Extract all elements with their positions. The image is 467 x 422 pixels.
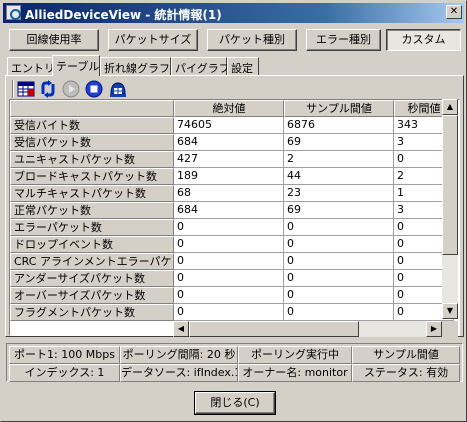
table-cell[interactable]: 189 xyxy=(174,168,284,185)
scroll-right-button[interactable]: ▶ xyxy=(426,321,442,337)
close-window-button[interactable]: ✕ xyxy=(446,5,462,19)
tab-entry[interactable]: エントリ xyxy=(7,57,55,75)
row-label: フラグメントパケット数 xyxy=(10,304,174,321)
category-button-custom[interactable]: カスタム xyxy=(386,29,461,51)
scroll-down-button[interactable]: ▼ xyxy=(442,303,458,319)
table-cell[interactable]: 427 xyxy=(174,151,284,168)
window-title: AlliedDeviceView - 統計情報(1) xyxy=(25,8,222,22)
tab-settings[interactable]: 設定 xyxy=(227,57,259,75)
row-label: 受信バイト数 xyxy=(10,117,174,134)
statistics-table[interactable]: 絶対値 サンプル間値 秒間値 受信バイト数 74605 6876 343 受信パ… xyxy=(9,99,460,336)
status-polling-state: ポーリング実行中 xyxy=(238,346,352,364)
table-cell[interactable]: 0 xyxy=(284,287,394,304)
status-index: インデックス: 1 xyxy=(9,364,120,382)
status-owner: オーナー名: monitor xyxy=(238,364,352,382)
status-panel: ポート1: 100 Mbps ポーリング間隔: 20 秒 ポーリング実行中 サン… xyxy=(6,343,463,382)
title-bar[interactable]: AlliedDeviceView - 統計情報(1) ✕ xyxy=(3,3,464,23)
table-cell[interactable]: 0 xyxy=(174,304,284,321)
table-cell[interactable]: 68 xyxy=(174,185,284,202)
category-button-packet-size[interactable]: パケットサイズ xyxy=(108,29,198,51)
row-label: マルチキャストパケット数 xyxy=(10,185,174,202)
category-button-error-type[interactable]: エラー種別 xyxy=(306,29,381,51)
table-cell[interactable]: 0 xyxy=(284,270,394,287)
table-cell[interactable]: 0 xyxy=(174,287,284,304)
status-data-source: データソース: ifIndex.1 xyxy=(120,364,238,382)
table-cell[interactable]: 684 xyxy=(174,134,284,151)
table-corner-header xyxy=(10,100,174,117)
row-label: ブロードキャストパケット数 xyxy=(10,168,174,185)
vertical-scrollbar[interactable]: ▲ ▼ xyxy=(442,99,458,319)
row-label: ドロップイベント数 xyxy=(10,236,174,253)
table-cell[interactable]: 0 xyxy=(174,253,284,270)
column-header-sample-interval[interactable]: サンプル間値 xyxy=(284,100,394,117)
table-cell[interactable]: 0 xyxy=(284,253,394,270)
table-cell[interactable]: 0 xyxy=(174,219,284,236)
table-cell[interactable]: 23 xyxy=(284,185,394,202)
category-button-line-usage[interactable]: 回線使用率 xyxy=(9,29,99,51)
column-header-absolute[interactable]: 絶対値 xyxy=(174,100,284,117)
row-label: オーバーサイズパケット数 xyxy=(10,287,174,304)
dialog-window: AlliedDeviceView - 統計情報(1) ✕ 回線使用率 パケットサ… xyxy=(0,0,467,422)
horizontal-scroll-thumb[interactable] xyxy=(189,321,359,337)
table-cell[interactable]: 69 xyxy=(284,202,394,219)
scroll-left-button[interactable]: ◀ xyxy=(173,321,189,337)
status-polling-interval: ポーリング間隔: 20 秒 xyxy=(120,346,238,364)
status-display-mode: サンプル間値 xyxy=(352,346,460,364)
table-cell[interactable]: 0 xyxy=(284,304,394,321)
table-cell[interactable]: 2 xyxy=(284,151,394,168)
row-label: エラーパケット数 xyxy=(10,219,174,236)
network-icon[interactable] xyxy=(109,80,127,98)
row-label: ユニキャストパケット数 xyxy=(10,151,174,168)
status-port: ポート1: 100 Mbps xyxy=(9,346,120,364)
play-icon[interactable] xyxy=(62,80,80,98)
table-cell[interactable]: 0 xyxy=(284,219,394,236)
tab-table[interactable]: テーブル xyxy=(52,55,100,76)
close-button[interactable]: 閉じる(C) xyxy=(194,391,276,415)
table-cell[interactable]: 0 xyxy=(174,270,284,287)
row-label: 正常パケット数 xyxy=(10,202,174,219)
table-cell[interactable]: 69 xyxy=(284,134,394,151)
toolbar-separator xyxy=(12,80,14,98)
scroll-up-button[interactable]: ▲ xyxy=(442,99,458,115)
scrollbar-corner xyxy=(442,321,458,337)
refresh-icon[interactable] xyxy=(39,80,57,98)
row-label: 受信パケット数 xyxy=(10,134,174,151)
table-cell[interactable]: 6876 xyxy=(284,117,394,134)
row-label: アンダーサイズパケット数 xyxy=(10,270,174,287)
table-cell[interactable]: 74605 xyxy=(174,117,284,134)
status-state: ステータス: 有効 xyxy=(352,364,460,382)
row-label: CRC アラインメントエラーパケット数 xyxy=(10,253,174,270)
table-cell[interactable]: 44 xyxy=(284,168,394,185)
tab-line-graph[interactable]: 折れ線グラフ xyxy=(100,57,171,75)
horizontal-scrollbar[interactable]: ◀ ▶ xyxy=(173,321,442,337)
table-cell[interactable]: 0 xyxy=(174,236,284,253)
table-grid-icon[interactable] xyxy=(17,80,35,98)
category-button-packet-type[interactable]: パケット種別 xyxy=(207,29,297,51)
tab-pie-graph[interactable]: パイグラフ xyxy=(171,57,230,75)
table-cell[interactable]: 684 xyxy=(174,202,284,219)
stop-icon[interactable] xyxy=(85,80,103,98)
table-cell[interactable]: 0 xyxy=(284,236,394,253)
vertical-scroll-thumb[interactable] xyxy=(442,115,458,255)
app-icon xyxy=(6,5,21,20)
